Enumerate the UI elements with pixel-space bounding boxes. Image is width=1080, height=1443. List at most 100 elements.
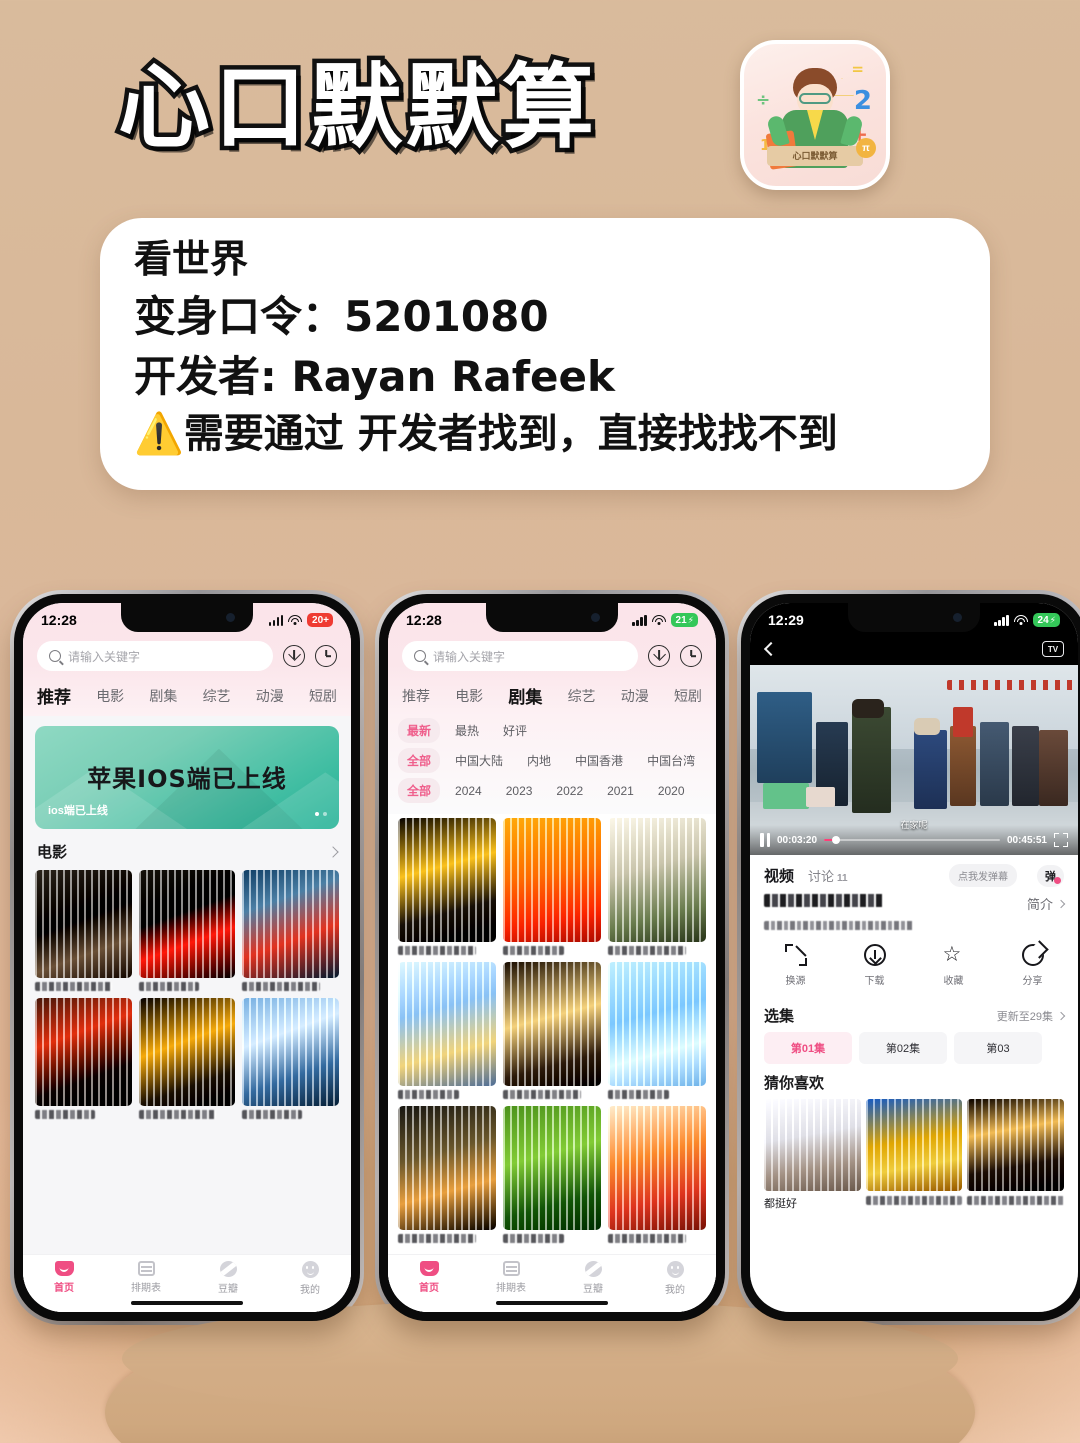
- filter-chip-2023[interactable]: 2023: [497, 780, 542, 802]
- recommend-card[interactable]: [865, 1099, 963, 1211]
- fullscreen-icon[interactable]: [1054, 833, 1068, 847]
- history-clock-icon[interactable]: [680, 645, 702, 667]
- filter-chip-2021[interactable]: 2021: [598, 780, 643, 802]
- home-indicator: [496, 1301, 608, 1305]
- sidebar-item-home[interactable]: 首页: [23, 1261, 105, 1294]
- sidebar-item-schedule[interactable]: 排期表: [105, 1261, 187, 1294]
- tab-discussion[interactable]: 讨论 11: [808, 866, 848, 885]
- history-clock-icon[interactable]: [315, 645, 337, 667]
- sidebar-item-profile[interactable]: 我的: [269, 1261, 351, 1296]
- poster-card[interactable]: [242, 870, 339, 991]
- poster-card[interactable]: [138, 998, 236, 1119]
- search-input[interactable]: 请输入关键字: [37, 641, 273, 671]
- poster-image: [138, 998, 236, 1106]
- back-arrow-icon[interactable]: [763, 641, 779, 657]
- tab-recommend[interactable]: 推荐: [402, 686, 430, 706]
- tab-variety[interactable]: 综艺: [203, 686, 231, 706]
- tab-series[interactable]: 剧集: [508, 683, 542, 708]
- progress-slider[interactable]: [824, 836, 1000, 844]
- star-icon: ☆: [942, 943, 962, 966]
- sidebar-item-home[interactable]: 首页: [388, 1261, 470, 1294]
- tab-recommend[interactable]: 推荐: [37, 683, 71, 708]
- movies-section-header[interactable]: 电影: [23, 829, 351, 870]
- download-icon[interactable]: [283, 645, 305, 667]
- filter-chip-year-all[interactable]: 全部: [398, 778, 441, 803]
- danmaku-input[interactable]: 点我发弹幕: [949, 864, 1017, 887]
- equals-symbol-icon: =: [851, 60, 864, 78]
- promo-banner[interactable]: 苹果IOS端已上线 ios端已上线: [35, 726, 339, 829]
- tab-shortdrama[interactable]: 短剧: [674, 686, 702, 706]
- sidebar-item-douban[interactable]: 豆瓣: [552, 1261, 634, 1295]
- filter-chip-2020[interactable]: 2020: [649, 780, 694, 802]
- chevron-right-icon[interactable]: [327, 845, 339, 858]
- recommend-card[interactable]: [967, 1099, 1064, 1211]
- tab-shortdrama[interactable]: 短剧: [309, 686, 337, 706]
- tab-anime[interactable]: 动漫: [256, 686, 284, 706]
- poster-image: [608, 818, 706, 942]
- poster-card[interactable]: [35, 998, 132, 1119]
- search-input[interactable]: 请输入关键字: [402, 641, 638, 671]
- filter-chip-taiwan[interactable]: 中国台湾: [638, 748, 704, 773]
- episode-item[interactable]: 第01集: [764, 1032, 852, 1064]
- filter-row-sort: 最新 最热 好评: [398, 718, 706, 743]
- banner-pagination-dots[interactable]: [315, 812, 327, 816]
- poster-card[interactable]: [503, 1106, 601, 1243]
- filter-chip-hottest[interactable]: 最热: [446, 718, 488, 743]
- notch: [848, 603, 980, 632]
- filter-chip-region-all[interactable]: 全部: [398, 748, 441, 773]
- poster-card[interactable]: [242, 998, 339, 1119]
- filter-chip-hongkong[interactable]: 中国香港: [566, 748, 632, 773]
- tab-movies[interactable]: 电影: [96, 686, 124, 706]
- filter-chip-toprated[interactable]: 好评: [494, 718, 536, 743]
- action-change-source[interactable]: 换源: [756, 944, 835, 987]
- poster-card[interactable]: [503, 962, 601, 1099]
- poster-card[interactable]: [503, 818, 601, 955]
- filter-chip-mainland-china[interactable]: 中国大陆: [446, 748, 512, 773]
- filter-chip-2024[interactable]: 2024: [446, 780, 491, 802]
- poster-card[interactable]: [138, 870, 236, 991]
- filter-chip-newest[interactable]: 最新: [398, 718, 441, 743]
- front-camera-icon: [953, 613, 962, 622]
- episodes-update-status[interactable]: 更新至29集: [997, 1008, 1066, 1024]
- action-favorite[interactable]: ☆ 收藏: [914, 944, 993, 987]
- pause-icon[interactable]: [760, 833, 770, 847]
- charging-bolt-icon: ⚡: [687, 614, 694, 625]
- sidebar-item-douban[interactable]: 豆瓣: [187, 1261, 269, 1295]
- poster-card[interactable]: [608, 818, 706, 955]
- filter-chip-neidi[interactable]: 内地: [518, 748, 560, 773]
- sidebar-item-schedule[interactable]: 排期表: [470, 1261, 552, 1294]
- divide-symbol-icon: ÷: [756, 90, 771, 110]
- poster-card[interactable]: [608, 1106, 706, 1243]
- poster-title: [398, 1090, 459, 1099]
- danmaku-toggle[interactable]: 弹: [1037, 864, 1064, 887]
- sidebar-item-profile[interactable]: 我的: [634, 1261, 716, 1296]
- recommend-card[interactable]: 都挺好: [764, 1099, 861, 1211]
- app-icon[interactable]: ÷ 1 2 + = 心口默默算 π: [740, 40, 890, 190]
- poster-image: [242, 870, 339, 978]
- poster-title: [503, 946, 564, 955]
- status-right: 20+: [268, 613, 333, 627]
- poster-card[interactable]: [398, 818, 496, 955]
- tab-movies[interactable]: 电影: [455, 686, 483, 706]
- tab-series[interactable]: 剧集: [149, 686, 177, 706]
- episode-item[interactable]: 第03: [954, 1032, 1042, 1064]
- recommend-label: 都挺好: [764, 1198, 797, 1210]
- phone1-screen: 12:28 20+ 请输入关键字 推荐 电影 剧集 综艺 动漫 短剧 苹果IOS…: [23, 603, 351, 1312]
- poster-card[interactable]: [398, 1106, 496, 1243]
- tab-variety[interactable]: 综艺: [568, 686, 596, 706]
- action-download[interactable]: 下载: [835, 944, 914, 987]
- front-camera-icon: [226, 613, 235, 622]
- episode-item[interactable]: 第02集: [859, 1032, 947, 1064]
- download-icon[interactable]: [648, 645, 670, 667]
- tab-video[interactable]: 视频: [764, 865, 794, 886]
- tab-anime[interactable]: 动漫: [621, 686, 649, 706]
- brief-link[interactable]: 简介: [1027, 894, 1066, 913]
- tv-cast-icon[interactable]: TV: [1042, 641, 1064, 657]
- poster-card[interactable]: [35, 870, 132, 991]
- poster-card[interactable]: [398, 962, 496, 1099]
- video-frame[interactable]: 在家呢 00:03:20 00:45:51: [750, 665, 1078, 855]
- filter-chip-2022[interactable]: 2022: [547, 780, 592, 802]
- action-share[interactable]: 分享: [993, 944, 1072, 987]
- poster-card[interactable]: [608, 962, 706, 1099]
- episode-list: 第01集 第02集 第03: [750, 1032, 1078, 1064]
